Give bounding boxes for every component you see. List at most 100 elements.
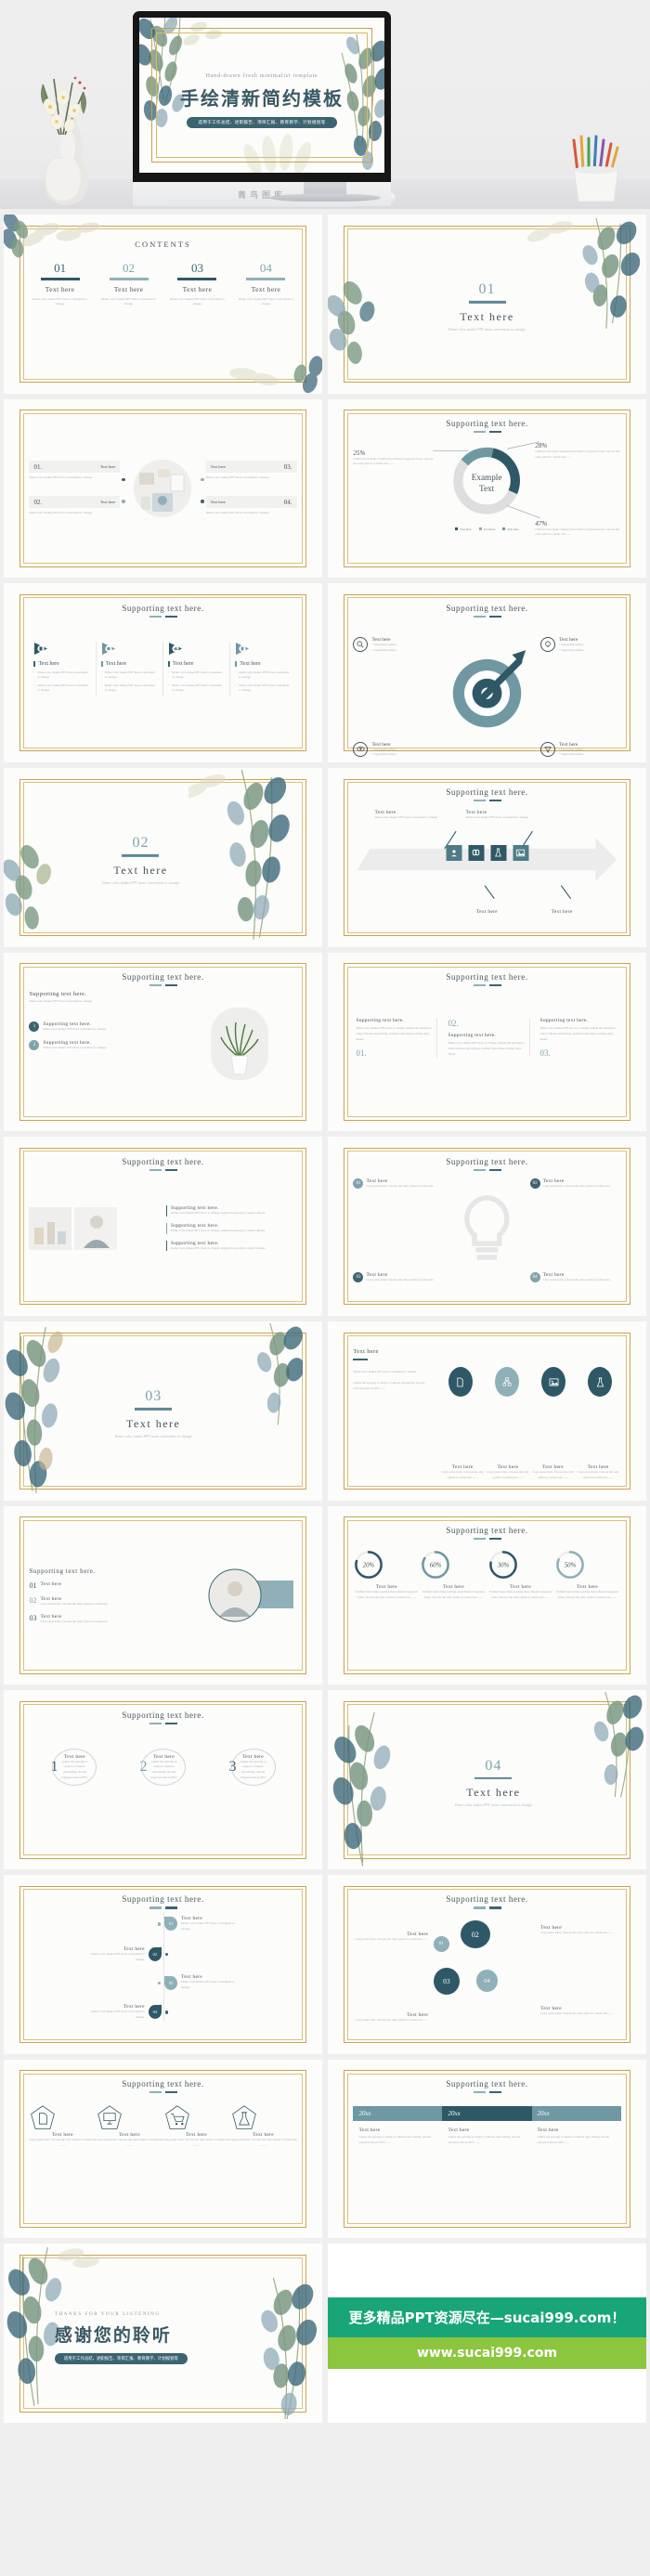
slide-thanks[interactable]: THANKS FOR YOUR LISTENING 感谢您的聆听 适用于工作总结…: [4, 2244, 322, 2424]
pentagon-item: Text here Copy paste fonts. Choose the o…: [96, 2104, 162, 2149]
slide-donut-chart[interactable]: Supporting text here. 25% Unified fonts …: [328, 398, 646, 579]
image-icon: [513, 844, 528, 861]
footer-banner-cell: 更多精品PPT资源尽在—sucai999.com！ www.sucai999.c…: [328, 2244, 646, 2424]
point-caption: Deme color makes PPT more convenient to …: [29, 475, 93, 480]
column-caption: Deme color makes PPT more to change. Adj…: [448, 1040, 525, 1056]
progress-ring-50: 50%: [555, 1551, 584, 1580]
slide-heading: Supporting text here.: [29, 1568, 96, 1576]
monitor-mockup: Hand-drawn fresh minimalist template 手绘清…: [133, 11, 391, 193]
divider-caption: Deme color makes PPT more convenient to …: [114, 1434, 192, 1438]
cart-icon: [164, 2105, 189, 2130]
slide-arrow-process[interactable]: Supporting text here. Text here Deme col…: [328, 768, 646, 947]
item-caption: Copy paste fonts. Choose the only option…: [40, 1620, 109, 1624]
slide-photo-four-points[interactable]: 01. Text here Deme color makes PPT more co…: [4, 398, 322, 579]
contents-caption: Deme color makes PPT more convenient to …: [169, 296, 226, 306]
slide-thumbnail-grid: CONTENTS 01 Text here Deme color makes PPT…: [0, 209, 650, 2428]
search-icon: [353, 637, 369, 653]
contents-item: 04 Text here Deme color makes PPT more con…: [235, 261, 296, 307]
icon-column: Text here Deme color makes PPT more conv…: [230, 642, 296, 696]
donut-caption: Unified fonts make reading more fluent.C…: [535, 527, 620, 537]
bubble-label-bottomright: Text here Copy paste fonts. Choose the on…: [540, 2006, 620, 2017]
column-label: Supporting text here.: [356, 1018, 405, 1024]
svg-text:50%: 50%: [564, 1563, 576, 1569]
slide-percent-rings[interactable]: Supporting text here. 20% Text here Unif…: [328, 1505, 646, 1685]
slide-divider-03[interactable]: 03 Text here Deme color makes PPT more c…: [4, 1321, 322, 1501]
column-bullet: Deme color makes PPT more convenient to …: [168, 670, 225, 681]
svg-text:30%: 30%: [496, 1563, 509, 1569]
slide-heading: Supporting text here.: [446, 1156, 528, 1166]
item-caption: Copy paste fonts. Choose the only option…: [540, 2010, 614, 2015]
play-chart-icon: [169, 642, 182, 655]
item-caption: Copy paste fonts. Choose the only option…: [355, 1937, 429, 1942]
item-number: 3: [228, 1759, 237, 1776]
point-item: Text here 04. Deme color makes PPT more co…: [205, 496, 297, 516]
point-caption: Deme color makes PPT more convenient to …: [43, 1045, 107, 1049]
balloon-lead-title: Text here: [353, 1348, 379, 1356]
item-label: Text here: [40, 1581, 62, 1588]
slide-heading: Supporting text here.: [122, 2078, 204, 2088]
pentagon-item: Text here Copy paste fonts. Choose the o…: [163, 2104, 230, 2149]
point-number: 03.: [283, 462, 292, 471]
node-caption: Deme color makes PPT more convenient to …: [91, 2010, 145, 2019]
slide-bulb-nodes[interactable]: Supporting text here. 01 Text here Copy pa…: [328, 1137, 646, 1317]
slide-numbered-photo[interactable]: Supporting text here. 01 Text here 02 Text…: [4, 1505, 322, 1685]
slide-contents[interactable]: CONTENTS 01 Text here Deme color makes PPT…: [4, 215, 322, 394]
item-caption: Copy paste fonts. Choose the only option…: [96, 2138, 163, 2147]
node-number: 01: [353, 1178, 364, 1190]
node-badge: 01: [164, 1917, 178, 1932]
slide-timeline-nodes[interactable]: Supporting text here. 01 Text here Deme c…: [4, 1875, 322, 2054]
contents-number: 04: [259, 261, 272, 276]
point-caption: Deme color makes PPT more convenient to …: [205, 475, 269, 480]
process-bottom-item: Text here: [476, 909, 546, 915]
node-caption: Deme color makes PPT more convenient to …: [181, 1980, 235, 1990]
process-label: Text here: [551, 908, 573, 915]
flask-icon: [588, 1367, 613, 1398]
slide-divider-04[interactable]: 04 Text here Deme color makes PPT more c…: [328, 1690, 646, 1870]
contents-item: 02 Text here Deme color makes PPT more con…: [98, 261, 159, 307]
ring-item: 60% Text here Unified fonts make reading…: [420, 1549, 487, 1601]
slide-bubble-cluster[interactable]: Supporting text here. 01 02 03 04 Text h…: [328, 1875, 646, 2054]
slide-divider-02[interactable]: 02 Text here Deme color makes PPT more c…: [4, 768, 322, 947]
slide-four-icon-columns[interactable]: Supporting text here. Text here Deme col…: [4, 583, 322, 763]
point-label: Text here: [210, 464, 226, 470]
cell-caption: Adjust the spacing to adapt to Chinese t…: [358, 2135, 432, 2144]
pencil-cup-decoration: [572, 135, 619, 202]
slide-three-column-text[interactable]: Supporting text here. Supporting text he…: [328, 952, 646, 1132]
slide-balloon-icons[interactable]: Text here Deme color makes PPT more conv…: [328, 1321, 646, 1501]
ellipse-item: 1 Text here Adjust the spacing to adapt t…: [50, 1749, 98, 1787]
year-cell: Text here Adjust the spacing to adapt to …: [442, 2127, 531, 2146]
slide-year-table[interactable]: Supporting text here. 20xx 20xx 20xx Tex…: [328, 2059, 646, 2239]
slide-target-diagram[interactable]: Supporting text here. Text here • Support…: [328, 583, 646, 763]
photo-text-item: Supporting text here. Deme color makes PP…: [166, 1222, 297, 1234]
process-bottom-item: Text here: [552, 909, 621, 915]
node-number: 03: [353, 1272, 364, 1283]
node-caption: Copy paste fonts. Choose the only option…: [366, 1184, 435, 1189]
right-points: Text here 03. Deme color makes PPT more co…: [205, 461, 297, 516]
slide-photo-text-list[interactable]: Supporting text here. Supporting text he…: [4, 1137, 322, 1317]
divider-caption: Deme color makes PPT more convenient to …: [454, 1803, 532, 1808]
divider-content: 01 Text here Deme color makes PPT more c…: [328, 281, 646, 332]
item-caption: Deme color makes PPT more to change. Adj…: [171, 1211, 266, 1216]
legend-label: Text here: [507, 527, 519, 531]
point-caption: Deme color makes PPT more convenient to …: [43, 1026, 107, 1031]
year-cell: Text here Adjust the spacing to adapt to …: [532, 2127, 621, 2146]
slide-pentagon-icons[interactable]: Supporting text here. Text here Copy pas…: [4, 2059, 322, 2239]
balloon-lead-cap2: Adjust the spacing to adapt to Chinese t…: [353, 1380, 425, 1390]
plant-lead-title: Supporting text here.: [29, 991, 87, 998]
eye-icon: [353, 741, 369, 757]
point-number: 1: [29, 1021, 40, 1032]
slide-divider-01[interactable]: 01 Text here Deme color makes PPT more c…: [328, 215, 646, 394]
slide-heading: Supporting text here.: [122, 1710, 204, 1720]
desk-photo: [29, 1206, 72, 1250]
point-number: 02.: [33, 498, 43, 506]
node-item: 02 Text here Copy paste fonts. Choose the …: [529, 1178, 621, 1190]
column-number: 02.: [448, 1018, 459, 1028]
slide-plant-photo[interactable]: Supporting text here. Supporting text he…: [4, 952, 322, 1132]
item-caption: Adjust the spacing to adapt to Chinese t…: [240, 1759, 266, 1779]
slide-three-ellipses[interactable]: Supporting text here. 1 Text here Adjust …: [4, 1690, 322, 1870]
year-header: 20xx: [442, 2106, 532, 2122]
play-doc-icon: [236, 642, 250, 655]
ring-item: 20% Text here Unified fonts make reading…: [353, 1549, 420, 1601]
contents-label: Text here: [113, 284, 144, 293]
target-bullet: Supporting texhere: [373, 647, 396, 652]
